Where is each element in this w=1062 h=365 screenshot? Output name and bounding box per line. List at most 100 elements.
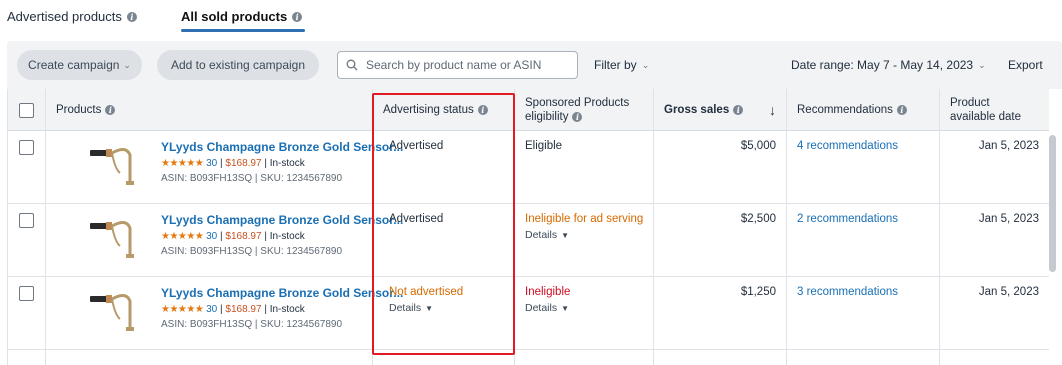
add-existing-label: Add to existing campaign bbox=[170, 58, 306, 72]
header-sp-eligibility-sub: eligibility i bbox=[525, 110, 583, 124]
tab-all-sold-products[interactable]: All sold products i bbox=[181, 9, 303, 24]
eligibility-status: Ineligible bbox=[525, 286, 571, 298]
advertising-status-cell: Advertised bbox=[373, 131, 515, 204]
product-asin-sku: ASIN: B093FH13SQ | SKU: 1234567890 bbox=[161, 246, 343, 257]
info-icon[interactable]: i bbox=[572, 112, 583, 122]
product-meta: ★★★★★ 30 | $168.97 | In-stock bbox=[161, 304, 305, 315]
available-date: Jan 5, 2023 bbox=[978, 140, 1039, 152]
select-all-checkbox[interactable] bbox=[19, 102, 34, 118]
header-recommendations[interactable]: Recommendations i bbox=[787, 89, 940, 131]
row-checkbox-cell bbox=[8, 350, 46, 365]
row-checkbox[interactable] bbox=[19, 140, 34, 155]
tab-label: Advertised products bbox=[7, 9, 122, 24]
details-toggle[interactable]: Details ▼ bbox=[525, 302, 653, 314]
product-title-link[interactable]: YLyyds Champagne Bronze Gold Sensor... bbox=[161, 213, 403, 227]
header-products-label: Products bbox=[56, 104, 102, 116]
create-campaign-button[interactable]: Create campaign ⌄ bbox=[17, 50, 142, 80]
faucet-image bbox=[90, 294, 134, 331]
row-checkbox-cell bbox=[8, 204, 46, 277]
details-label: Details bbox=[525, 229, 558, 241]
review-count-link[interactable]: 30 bbox=[206, 158, 217, 169]
eligibility-cell: Ineligible for ad serving Details ▼ bbox=[515, 204, 654, 277]
vertical-scrollbar[interactable] bbox=[1049, 135, 1056, 272]
tab-advertised-products[interactable]: Advertised products i bbox=[7, 9, 137, 24]
gross-sales-cell: $5,000 bbox=[654, 131, 787, 204]
header-advertising-status-label: Advertising status bbox=[383, 104, 474, 116]
recommendations-link[interactable]: 3 recommendations bbox=[797, 286, 939, 298]
available-date: Jan 5, 2023 bbox=[978, 213, 1039, 225]
row-checkbox-cell bbox=[8, 131, 46, 204]
header-gross-sales-label: Gross sales bbox=[664, 104, 730, 116]
product-title-link[interactable]: YLyyds Champagne Bronze Gold Sensor... bbox=[161, 286, 403, 300]
details-toggle[interactable]: Details ▼ bbox=[525, 229, 653, 241]
review-count-link[interactable]: 30 bbox=[206, 231, 217, 242]
table-header: Products i Advertising status i Sponsore… bbox=[8, 89, 1049, 131]
product-cell: YLyyds Champagne Bronze Gold Sensor... ★… bbox=[46, 131, 403, 204]
filter-by-dropdown[interactable]: Filter by ⌄ bbox=[594, 58, 649, 72]
arrow-down-icon[interactable]: ↓ bbox=[769, 103, 776, 117]
details-label: Details bbox=[525, 302, 558, 314]
advertising-status-cell: Not advertised Details ▼ bbox=[373, 277, 515, 350]
available-date: Jan 5, 2023 bbox=[978, 286, 1039, 298]
header-available-label: Product bbox=[950, 97, 990, 109]
table-row: YLyyds Champagne Bronze Gold Sensor... ★… bbox=[8, 131, 1049, 204]
recommendations-link[interactable]: 4 recommendations bbox=[797, 140, 939, 152]
search-box bbox=[337, 51, 578, 79]
advertising-status: Advertised bbox=[389, 140, 444, 152]
info-icon[interactable]: i bbox=[733, 105, 744, 115]
create-campaign-label: Create campaign bbox=[28, 58, 120, 72]
header-sp-eligibility[interactable]: Sponsored Products eligibility i bbox=[515, 89, 654, 131]
header-sp-eligibility-label-2: eligibility bbox=[525, 111, 569, 123]
recommendations-link[interactable]: 2 recommendations bbox=[797, 213, 939, 225]
header-advertising-status[interactable]: Advertising status i bbox=[373, 89, 515, 131]
row-checkbox-cell bbox=[8, 277, 46, 350]
recommendations-cell: 3 recommendations bbox=[787, 277, 940, 350]
product-price: $168.97 bbox=[225, 231, 262, 242]
eligibility-cell: Ineligible Details ▼ bbox=[515, 277, 654, 350]
row-checkbox[interactable] bbox=[19, 213, 34, 228]
toolbar: Create campaign ⌄ Add to existing campai… bbox=[7, 41, 1062, 89]
star-rating: ★★★★★ bbox=[161, 158, 204, 169]
active-tab-indicator bbox=[181, 29, 305, 32]
search-input[interactable] bbox=[366, 58, 566, 72]
add-to-existing-campaign-button[interactable]: Add to existing campaign bbox=[157, 50, 319, 80]
export-button[interactable]: Export bbox=[1008, 58, 1043, 72]
chevron-down-icon: ⌄ bbox=[123, 59, 131, 70]
product-meta: ★★★★★ 30 | $168.97 | In-stock bbox=[161, 158, 305, 169]
date-range-dropdown[interactable]: Date range: May 7 - May 14, 2023 ⌄ bbox=[791, 58, 986, 72]
review-count-link[interactable]: 30 bbox=[206, 304, 217, 315]
search-icon bbox=[346, 59, 358, 71]
header-gross-sales[interactable]: Gross sales i ↓ bbox=[654, 89, 787, 131]
info-icon[interactable]: i bbox=[105, 105, 116, 115]
recommendations-cell bbox=[787, 350, 940, 365]
date-range-label: Date range: May 7 - May 14, 2023 bbox=[791, 58, 974, 72]
eligibility-cell: Eligible bbox=[515, 131, 654, 204]
info-icon[interactable]: i bbox=[477, 105, 488, 115]
info-icon[interactable]: i bbox=[896, 105, 907, 115]
tab-label: All sold products bbox=[181, 9, 288, 24]
product-title-link[interactable]: YLyyds Champagne Bronze Gold Sensor... bbox=[161, 140, 403, 154]
row-checkbox[interactable] bbox=[19, 286, 34, 301]
export-label: Export bbox=[1008, 58, 1043, 72]
available-date-cell: Jan 5, 2023 bbox=[940, 131, 1049, 204]
details-toggle[interactable]: Details ▼ bbox=[389, 302, 514, 314]
product-asin-sku: ASIN: B093FH13SQ | SKU: 1234567890 bbox=[161, 319, 343, 330]
info-icon[interactable]: i bbox=[126, 11, 137, 22]
details-label: Details bbox=[389, 302, 422, 314]
header-checkbox-cell bbox=[8, 89, 46, 131]
faucet-image bbox=[90, 221, 134, 258]
star-rating: ★★★★★ bbox=[161, 304, 204, 315]
advertising-status: Advertised bbox=[389, 213, 444, 225]
gross-sales-value: $5,000 bbox=[740, 140, 776, 152]
product-price: $168.97 bbox=[225, 158, 262, 169]
recommendations-cell: 4 recommendations bbox=[787, 131, 940, 204]
recommendations-cell: 2 recommendations bbox=[787, 204, 940, 277]
product-price: $168.97 bbox=[225, 304, 262, 315]
info-icon[interactable]: i bbox=[292, 11, 303, 22]
gross-sales-value: $2,500 bbox=[740, 213, 776, 225]
filter-by-label: Filter by bbox=[594, 58, 637, 72]
gross-sales-cell: $1,250 bbox=[654, 277, 787, 350]
product-cell: YLyyds Champagne Bronze Gold Sensor... ★… bbox=[46, 204, 403, 277]
header-available-date[interactable]: Product available date bbox=[940, 89, 1049, 131]
products-table: Products i Advertising status i Sponsore… bbox=[7, 89, 1049, 365]
